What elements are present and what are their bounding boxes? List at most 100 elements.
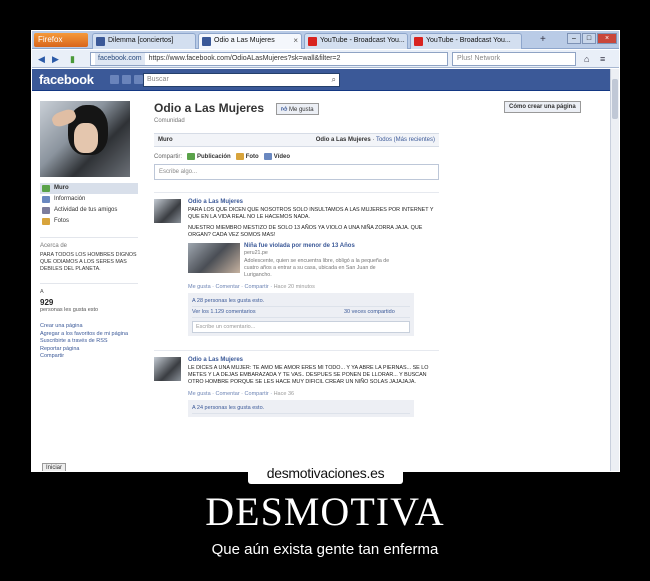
tab-youtube-1[interactable]: YouTube - Broadcast You... xyxy=(304,33,408,49)
like-page-button[interactable]: 👍︎ Me gusta xyxy=(276,103,319,115)
new-tab-button[interactable]: + xyxy=(540,34,546,46)
tab-odio-a-las-mujeres[interactable]: Odio a Las Mujeres × xyxy=(198,33,302,49)
main-column: Odio a Las Mujeres 👍︎ Me gusta Comunidad… xyxy=(154,101,439,417)
window-controls: – □ × xyxy=(567,33,617,44)
wall-filter: Odio a Las Mujeres · Todos (Más reciente… xyxy=(316,134,435,147)
option-label: Vídeo xyxy=(273,153,291,160)
composer-options: Compartir: Publicación Foto Vídeo xyxy=(154,153,439,160)
page-category: Comunidad xyxy=(154,118,185,124)
video-icon xyxy=(263,153,272,160)
facebook-favicon-icon xyxy=(96,37,105,46)
filter-page-link[interactable]: Odio a Las Mujeres xyxy=(316,137,371,143)
post-action-links[interactable]: Me gusta · Comentar · Compartir · xyxy=(188,391,274,397)
sidebar-item-informacion[interactable]: Información xyxy=(40,194,138,205)
browser-nav-bar: ◀ ▶ ▮ facebook.com https://www.facebook.c… xyxy=(32,50,619,68)
sidebar-item-actividad[interactable]: Actividad de tus amigos xyxy=(40,205,138,216)
composer-video-option[interactable]: Vídeo xyxy=(263,153,291,160)
option-label: Publicación xyxy=(197,153,231,160)
post-author[interactable]: Odio a Las Mujeres xyxy=(188,199,439,205)
feedback-box: A 24 personas les gusta esto. xyxy=(188,400,414,417)
filter-all-link[interactable]: Todos (Más recientes) xyxy=(376,137,435,143)
create-page-button[interactable]: Cómo crear una página xyxy=(504,101,581,113)
notifications-icon[interactable] xyxy=(134,75,143,84)
comments-row: Ver los 1.129 comentarios 30 veces compa… xyxy=(192,307,410,318)
about-text: PARA TODOS LOS HOMBRES DIGNOS QUE ODIAMO… xyxy=(40,252,137,272)
sidebar-item-label: Actividad de tus amigos xyxy=(54,207,118,213)
attachment-description: Adolescente, quien se encuentra libre, o… xyxy=(244,258,390,278)
site-identity-badge[interactable]: facebook.com xyxy=(95,53,145,65)
post-text: PARA LOS QUE DICEN QUE NOSOTROS SOLO INS… xyxy=(188,207,439,239)
likes-marker: A xyxy=(40,289,44,295)
youtube-favicon-icon xyxy=(414,37,423,46)
wall-filter-bar: Muro Odio a Las Mujeres · Todos (Más rec… xyxy=(154,133,439,147)
home-icon[interactable]: ⌂ xyxy=(584,53,589,65)
link-attachment[interactable]: Niña fue violada por menor de 13 Años pe… xyxy=(188,243,439,279)
tab-dilemma[interactable]: Dilemma [conciertos] xyxy=(92,33,196,49)
attachment-thumbnail[interactable] xyxy=(188,243,240,273)
sidebar-item-muro[interactable]: Muro xyxy=(40,183,138,194)
post-avatar[interactable] xyxy=(154,357,181,381)
link-create-page[interactable]: Crear una página xyxy=(40,323,138,331)
like-button-label: Me gusta xyxy=(288,107,314,113)
scrollbar-thumb[interactable] xyxy=(612,79,618,119)
close-window-icon[interactable]: × xyxy=(597,33,617,44)
menu-icon[interactable]: ≡ xyxy=(600,53,605,65)
likes-row[interactable]: A 24 personas les gusta esto. xyxy=(192,403,410,414)
sidebar-item-fotos[interactable]: Fotos xyxy=(40,216,138,227)
link-rss[interactable]: Suscribirte a través de RSS xyxy=(40,338,138,346)
poster-caption: Que aún exista gente tan enferma xyxy=(211,541,439,558)
post-action-links[interactable]: Me gusta · Comentar · Compartir · xyxy=(188,284,274,290)
tab-close-icon[interactable]: × xyxy=(293,34,298,48)
composer-post-option[interactable]: Publicación xyxy=(187,153,231,160)
wall-post: Odio a Las Mujeres LE DICES A UNA MUJER:… xyxy=(154,350,439,417)
facebook-search-input[interactable]: Buscar ⌕ xyxy=(143,73,340,87)
poster-headline: DESMOTIVA xyxy=(205,489,445,534)
address-bar[interactable]: facebook.com https://www.facebook.com/Odi… xyxy=(90,52,448,66)
info-icon xyxy=(42,196,50,203)
maximize-icon[interactable]: □ xyxy=(582,33,596,44)
option-label: Foto xyxy=(245,153,259,160)
browser-tab-bar: Firefox Dilemma [conciertos] Odio a Las … xyxy=(32,31,619,49)
shares-link[interactable]: 30 veces compartido xyxy=(344,309,395,315)
left-nav: Muro Información Actividad de tus amigos… xyxy=(40,183,138,227)
friend-requests-icon[interactable] xyxy=(110,75,119,84)
likes-count[interactable]: 929 xyxy=(40,298,138,307)
wall-label: Muro xyxy=(158,137,173,143)
url-text: https://www.facebook.com/OdioALasMujeres… xyxy=(148,55,341,62)
link-share[interactable]: Compartir xyxy=(40,353,138,361)
likes-text: A 24 personas les gusta esto. xyxy=(192,405,265,411)
likes-text: A 28 personas les gusta esto. xyxy=(192,298,265,304)
page-scrollbar[interactable] xyxy=(610,69,619,471)
tab-youtube-2[interactable]: YouTube - Broadcast You... xyxy=(410,33,522,49)
post-author[interactable]: Odio a Las Mujeres xyxy=(188,357,439,363)
firefox-menu-button[interactable]: Firefox xyxy=(34,33,88,47)
attachment-title[interactable]: Niña fue violada por menor de 13 Años xyxy=(244,243,404,249)
wall-post: Odio a Las Mujeres PARA LOS QUE DICEN QU… xyxy=(154,192,439,336)
post-actions: Me gusta · Comentar · Compartir · Hace 3… xyxy=(188,391,439,397)
likes-label: personas les gusta esto xyxy=(40,307,99,313)
composer-photo-option[interactable]: Foto xyxy=(235,153,259,160)
facebook-logo[interactable]: facebook xyxy=(39,72,94,87)
comment-input[interactable]: Escribe un comentario... xyxy=(192,321,410,333)
profile-picture[interactable] xyxy=(40,101,130,177)
post-timestamp[interactable]: Hace 20 minutos xyxy=(274,284,315,290)
minimize-icon[interactable]: – xyxy=(567,33,581,44)
share-button[interactable]: Iniciar xyxy=(42,463,67,471)
search-icon[interactable]: ⌕ xyxy=(332,74,336,86)
wall-icon xyxy=(42,185,50,192)
post-avatar[interactable] xyxy=(154,199,181,223)
back-arrow-icon[interactable]: ◀ xyxy=(38,53,45,65)
screenshot-frame: Firefox Dilemma [conciertos] Odio a Las … xyxy=(31,30,620,472)
likes-row[interactable]: A 28 personas les gusta esto. xyxy=(192,296,410,307)
post-timestamp[interactable]: Hace 36 xyxy=(274,391,295,397)
write-something-input[interactable]: Escribe algo... xyxy=(154,164,439,180)
post-paragraph: PARA LOS QUE DICEN QUE NOSOTROS SOLO INS… xyxy=(188,207,434,220)
sidebar-item-label: Información xyxy=(54,196,86,202)
view-comments-link[interactable]: Ver los 1.129 comentarios xyxy=(192,309,256,315)
youtube-favicon-icon xyxy=(308,37,317,46)
forward-arrow-icon[interactable]: ▶ xyxy=(52,53,59,65)
link-add-favorites[interactable]: Agregar a los favoritos de mi página xyxy=(40,331,138,339)
browser-search-input[interactable]: Plus! Network xyxy=(452,52,576,66)
messages-icon[interactable] xyxy=(122,75,131,84)
link-report-page[interactable]: Reportar página xyxy=(40,346,138,354)
